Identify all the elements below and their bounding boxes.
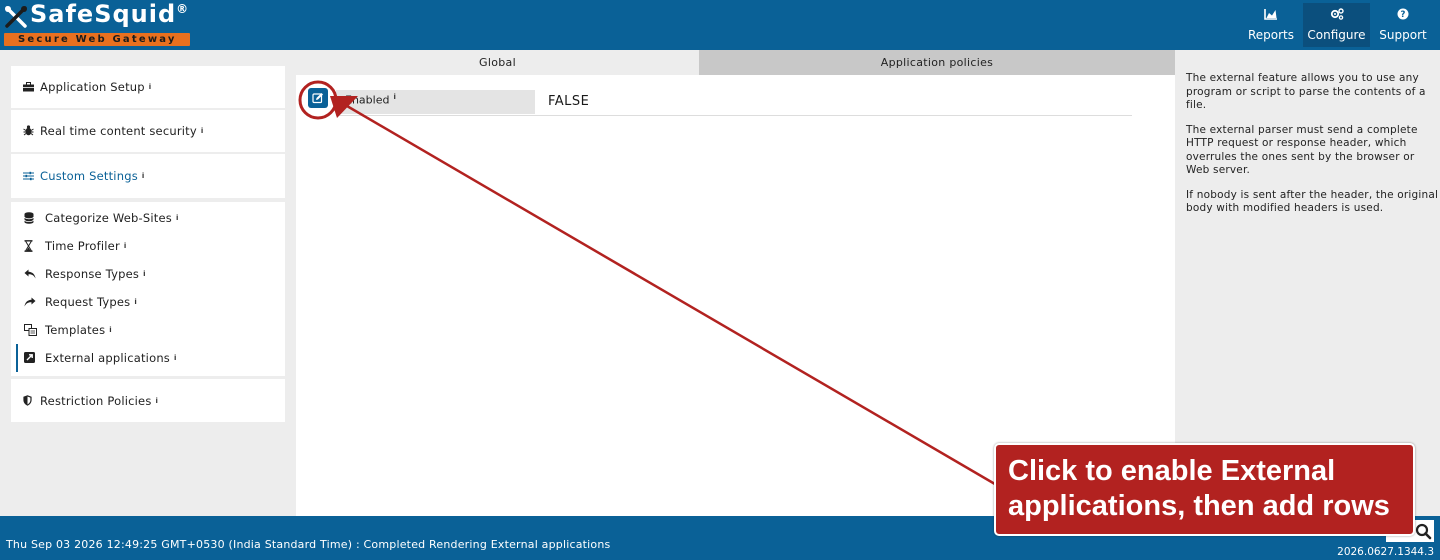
sidebar-item-label: Request Types <box>45 295 131 309</box>
sidebar-item-application-setup[interactable]: Application Setup i <box>11 66 285 108</box>
info-icon[interactable]: i <box>201 127 204 135</box>
sliders-icon <box>23 170 35 182</box>
sidebar-item-custom-settings[interactable]: Custom Settings i <box>11 154 285 198</box>
logo-tools-icon <box>5 6 27 28</box>
info-icon[interactable]: i <box>393 93 395 101</box>
nav-configure-button[interactable]: Configure <box>1303 3 1370 47</box>
annotation-callout: Click to enable External applications, t… <box>994 443 1415 536</box>
sidebar-item-label: Templates <box>45 323 106 337</box>
tab-global[interactable]: Global <box>296 50 699 75</box>
edit-icon <box>312 93 323 104</box>
sidebar-item-label: Custom Settings <box>40 169 138 183</box>
bug-icon <box>23 125 35 137</box>
edit-button[interactable] <box>308 88 328 108</box>
status-text: Thu Sep 03 2026 12:49:25 GMT+0530 (India… <box>6 538 611 551</box>
info-icon[interactable]: i <box>142 172 145 180</box>
enabled-field-value: FALSE <box>548 94 590 109</box>
sidebar-item-label: Time Profiler <box>45 239 120 253</box>
sidebar-item-response-types[interactable]: Response Types i <box>11 261 285 287</box>
nav-support-label: Support <box>1379 28 1427 42</box>
sidebar-item-label: Restriction Policies <box>40 393 152 408</box>
sidebar-item-request-types[interactable]: Request Types i <box>11 289 285 315</box>
annotation-text-line-2: applications, then add rows <box>1008 490 1390 522</box>
info-icon[interactable]: i <box>149 83 152 91</box>
templates-icon <box>24 324 37 336</box>
info-icon[interactable]: i <box>109 326 112 334</box>
info-icon[interactable]: i <box>124 242 127 250</box>
sidebar-item-label: Application Setup <box>40 80 145 94</box>
nav-reports-label: Reports <box>1247 28 1295 42</box>
sidebar-item-templates[interactable]: Templates i <box>11 317 285 343</box>
annotation-text-line-1: Click to enable External <box>1008 455 1336 487</box>
sidebar-item-real-time-content-security[interactable]: Real time content security i <box>11 110 285 152</box>
briefcase-icon <box>23 81 35 93</box>
tab-application-policies[interactable]: Application policies <box>699 50 1175 75</box>
sidebar-item-label: Real time content security <box>40 124 197 138</box>
logo-title: SafeSquid® <box>30 0 190 28</box>
sidebar-item-label: Categorize Web-Sites <box>45 211 172 225</box>
info-icon[interactable]: i <box>143 270 146 278</box>
help-panel: The external feature allows you to use a… <box>1186 72 1440 227</box>
sidebar-item-external-applications[interactable]: External applications i <box>11 345 285 371</box>
sidebar-item-restriction-policies[interactable]: Restriction Policies i <box>11 379 285 422</box>
help-paragraph: If nobody is sent after the header, the … <box>1186 188 1439 215</box>
sidebar-item-categorize-web-sites[interactable]: Categorize Web-Sites i <box>11 205 285 231</box>
chart-icon <box>1242 8 1300 26</box>
forward-icon <box>24 296 36 308</box>
nav-support-button[interactable]: ? Support <box>1372 3 1434 47</box>
question-icon: ? <box>1372 8 1434 26</box>
info-icon[interactable]: i <box>156 397 159 405</box>
database-icon <box>24 212 36 224</box>
nav-configure-label: Configure <box>1307 28 1366 42</box>
safesquid-logo[interactable]: SafeSquid® Secure Web Gateway <box>4 0 190 47</box>
help-paragraph: The external parser must send a complete… <box>1186 123 1418 177</box>
nav-reports-button[interactable]: Reports <box>1242 3 1300 47</box>
search-icon <box>1412 520 1434 542</box>
reply-icon <box>24 268 36 280</box>
info-icon[interactable]: i <box>134 298 137 306</box>
shield-icon <box>23 394 35 407</box>
top-bar: SafeSquid® Secure Web Gateway Reports Co… <box>0 0 1440 50</box>
custom-settings-submenu: Categorize Web-Sites i Time Profiler i Res… <box>11 202 285 376</box>
row-divider <box>336 115 1132 116</box>
logo-tagline: Secure Web Gateway <box>18 34 177 45</box>
gears-icon <box>1303 8 1370 26</box>
info-icon[interactable]: i <box>176 214 179 222</box>
enabled-field-label: Enabled i <box>336 90 535 114</box>
sidebar-item-label: External applications <box>45 351 170 365</box>
help-paragraph: The external feature allows you to use a… <box>1186 72 1426 111</box>
sidebar-item-time-profiler[interactable]: Time Profiler i <box>11 233 285 259</box>
info-icon[interactable]: i <box>174 354 177 362</box>
svg-text:?: ? <box>1401 10 1406 20</box>
version-text: 2026.0627.1344.3 <box>1337 546 1434 558</box>
sidebar-item-label: Response Types <box>45 267 140 281</box>
external-icon <box>24 352 36 364</box>
hourglass-icon <box>24 240 36 252</box>
